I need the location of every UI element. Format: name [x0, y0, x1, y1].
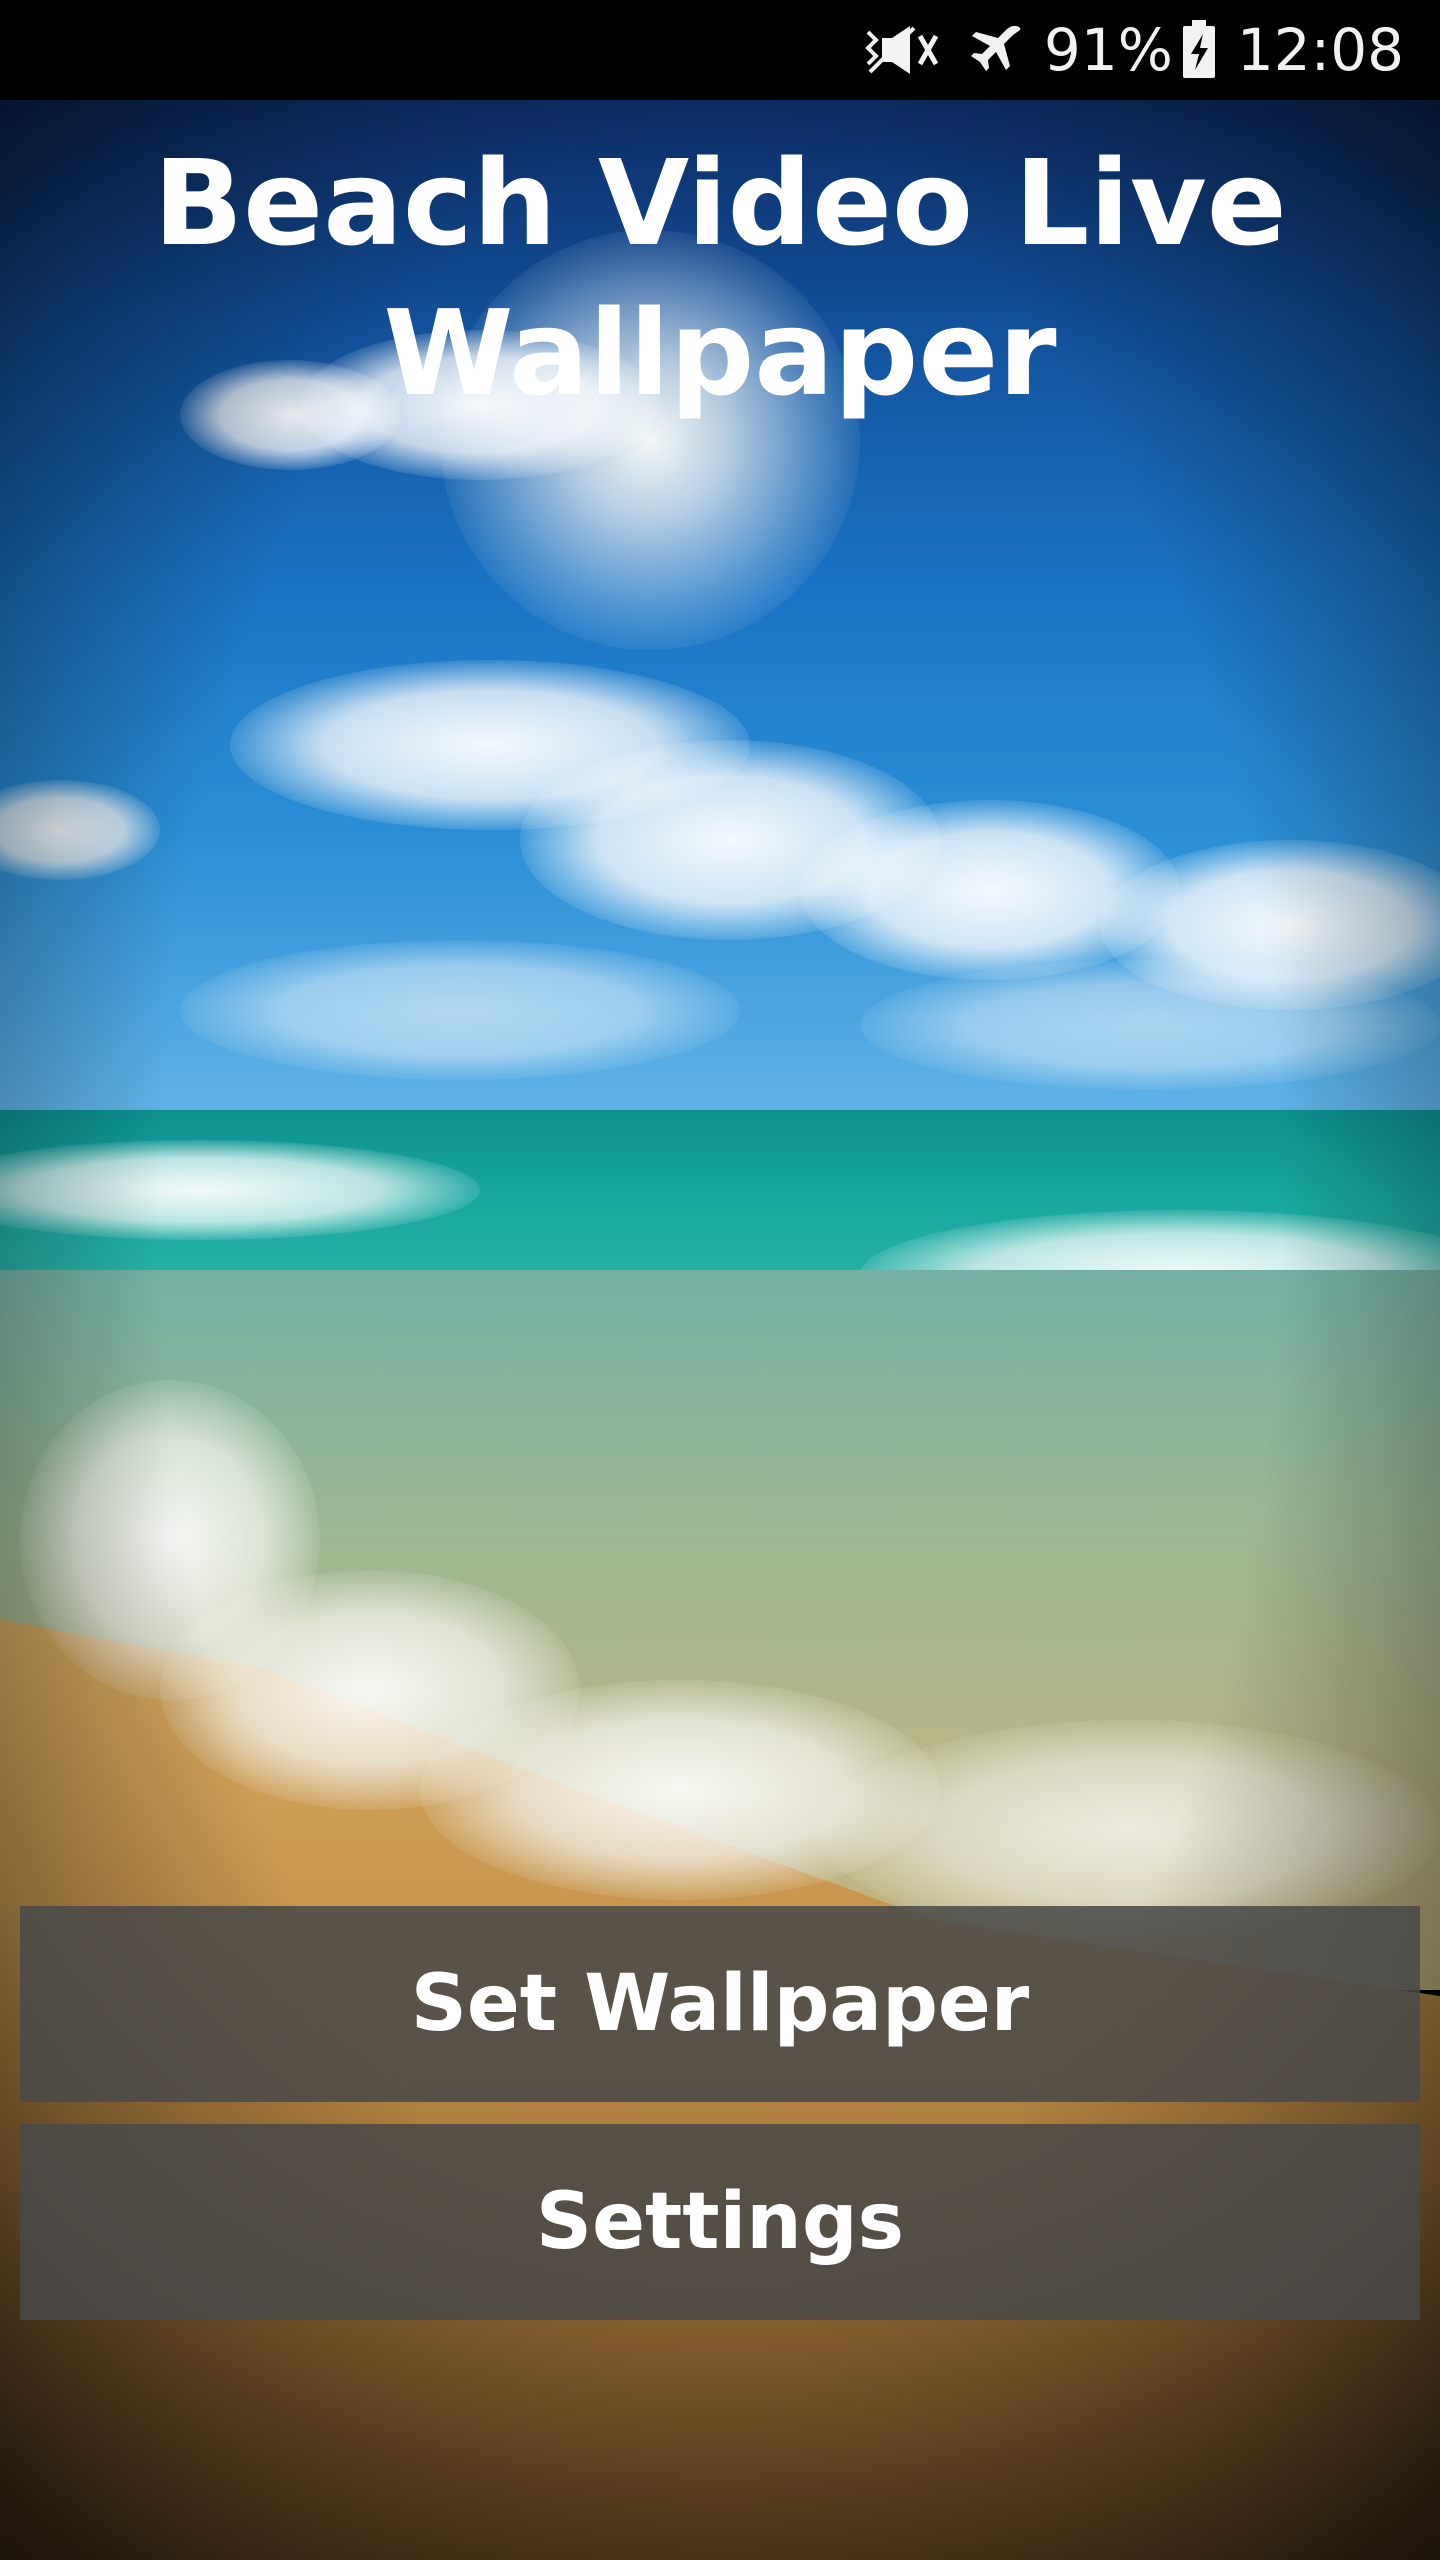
set-wallpaper-button[interactable]: Set Wallpaper — [20, 1906, 1420, 2102]
app-screen: 91% 12:08 Beach Video Live Wallpaper Set… — [0, 0, 1440, 2560]
app-title-line1: Beach Video Live — [153, 134, 1287, 272]
battery-charging-icon — [1181, 20, 1217, 80]
status-icons: 91% 12:08 — [838, 14, 1404, 86]
clock: 12:08 — [1236, 16, 1404, 84]
status-bar: 91% 12:08 — [0, 0, 1440, 100]
app-title: Beach Video Live Wallpaper — [0, 128, 1440, 428]
vibrate-mute-icon — [864, 22, 942, 78]
battery-percent: 91% — [1043, 16, 1173, 84]
airplane-mode-icon — [968, 22, 1024, 78]
app-title-line2: Wallpaper — [383, 284, 1057, 422]
settings-button[interactable]: Settings — [20, 2124, 1420, 2320]
